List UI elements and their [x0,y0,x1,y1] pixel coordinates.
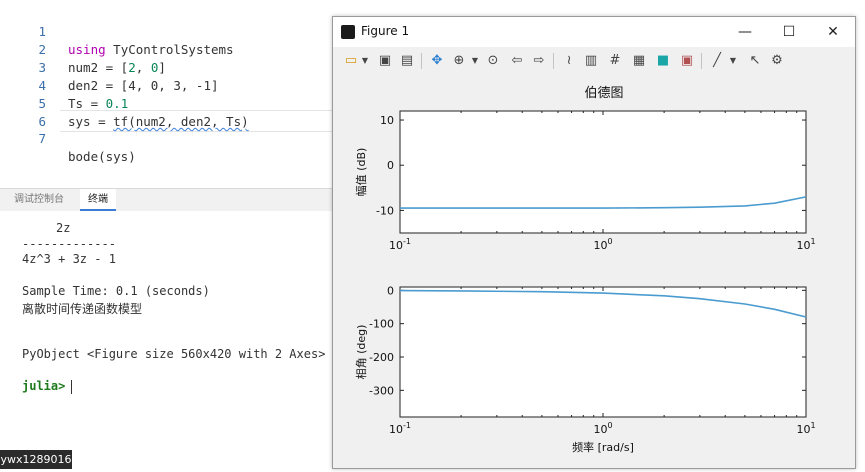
x-tick-label: 101 [796,237,815,252]
pointer-icon[interactable]: ↖ [745,51,765,71]
bode-plot[interactable]: 伯德图 100-1010-1 100 101幅值 (dB) 0-100-200-30… [333,75,855,468]
y-axis-label: 相角 (deg) [355,325,368,380]
axes-frame [399,110,807,234]
color-icon[interactable]: ■ [653,51,673,71]
phase-axes[interactable]: 0 -100 -200 -300 10-1 100 101 相角 (deg) 频率 [rad/s… [355,284,816,454]
pan-icon[interactable]: ✥ [427,51,447,71]
chevron-down-icon[interactable]: ▼ [355,51,375,71]
zoom-reset-icon[interactable]: ⊙ [483,51,503,71]
legend-icon[interactable]: ▦ [629,51,649,71]
figure-titlebar[interactable]: Figure 1 — ☐ ✕ [333,17,855,47]
tab-debug-console[interactable]: 调试控制台 [6,189,72,211]
code-line-4[interactable]: 4 Ts = 0.1 [0,59,330,111]
tf-denominator: 4z^3 + 3z - 1 [22,252,116,266]
model-description: 离散时间传递函数模型 [22,302,143,316]
line-number: 7 [38,131,46,146]
y-tick-label: -10 [376,204,394,217]
y-tick-label: 0 [387,284,394,297]
magnitude-axes[interactable]: 100-1010-1 100 101幅值 (dB) [355,110,816,252]
settings-icon[interactable]: ⚙ [767,51,787,71]
figure-app-icon [341,25,355,39]
panel-tabbar: 调试控制台 终端 [0,188,332,211]
tf-numerator: 2z [56,221,71,235]
x-tick-label: 100 [593,421,612,436]
minimize-button[interactable]: — [723,17,767,47]
code-line-7[interactable]: 7 bode(sys) [0,112,330,164]
x-tick-label: 10-1 [389,237,411,252]
code-line-6[interactable]: 6 [0,95,330,129]
tab-terminal[interactable]: 终端 [80,189,116,211]
x-tick-label: 10-1 [389,421,411,436]
sample-time: Sample Time: 0.1 (seconds) [22,284,210,298]
tf-divider: ------------- [22,237,116,251]
y-tick-label: -200 [369,351,394,364]
figure-window[interactable]: Figure 1 — ☐ ✕ ▭ ▼ ▣ ▤ ✥ ⊕ ▼ ⊙ ⇦ ⇨ ≀ ▥ #… [332,16,856,469]
figure-toolbar: ▭ ▼ ▣ ▤ ✥ ⊕ ▼ ⊙ ⇦ ⇨ ≀ ▥ # ▦ ■ ▣ ╱ ▼ ↖ ⚙ [333,47,855,76]
save-all-icon[interactable]: ▤ [397,51,417,71]
watermark: ywx1289016 [0,450,72,469]
text-cursor [71,379,73,394]
back-icon[interactable]: ⇦ [507,51,527,71]
code-line-3[interactable]: 3 den2 = [4, 0, 3, -1] [0,41,330,93]
y-tick-label: 0 [387,159,394,172]
maximize-button[interactable]: ☐ [767,17,811,47]
grid-icon[interactable]: # [605,51,625,71]
code-line-1[interactable]: 1 using TyControlSystems [0,5,330,57]
colorbar-icon[interactable]: ▥ [581,51,601,71]
window-title: Figure 1 [361,24,410,38]
x-tick-label: 101 [796,421,815,436]
close-button[interactable]: ✕ [811,17,855,47]
y-tick-label: 10 [380,114,394,127]
y-tick-label: -300 [369,384,394,397]
code-line-5[interactable]: 5 sys = tf(num2, den2, Ts) [0,77,330,129]
property-icon[interactable]: ▣ [677,51,697,71]
terminal-panel[interactable]: 2z ------------- 4z^3 + 3z - 1 Sample Ti… [0,211,332,472]
x-tick-label: 100 [593,237,612,252]
toolbar-separator [553,53,554,69]
chevron-down-icon[interactable]: ▼ [723,51,743,71]
y-axis-label: 幅值 (dB) [355,148,368,197]
chevron-down-icon[interactable]: ▼ [465,51,485,71]
forward-icon[interactable]: ⇨ [529,51,549,71]
pyobject-output: PyObject <Figure size 560x420 with 2 Axe… [22,347,326,361]
toolbar-separator [421,53,422,69]
data-cursor-icon[interactable]: ≀ [559,51,579,71]
plot-area[interactable]: 伯德图 10 0 -10 10-1 100 101 幅值 (dB) 0 -100 -200 -30… [333,75,855,468]
save-icon[interactable]: ▣ [375,51,395,71]
y-tick-label: -100 [369,318,394,331]
julia-prompt: julia> [22,379,66,393]
toolbar-separator [701,53,702,69]
axes-frame [399,286,807,418]
code-line-2[interactable]: 2 num2 = [2, 0] [0,23,330,75]
repl-prompt-line[interactable]: julia> [22,379,73,394]
chart-title: 伯德图 [584,86,623,101]
x-axis-label: 频率 [rad/s] [572,440,634,454]
